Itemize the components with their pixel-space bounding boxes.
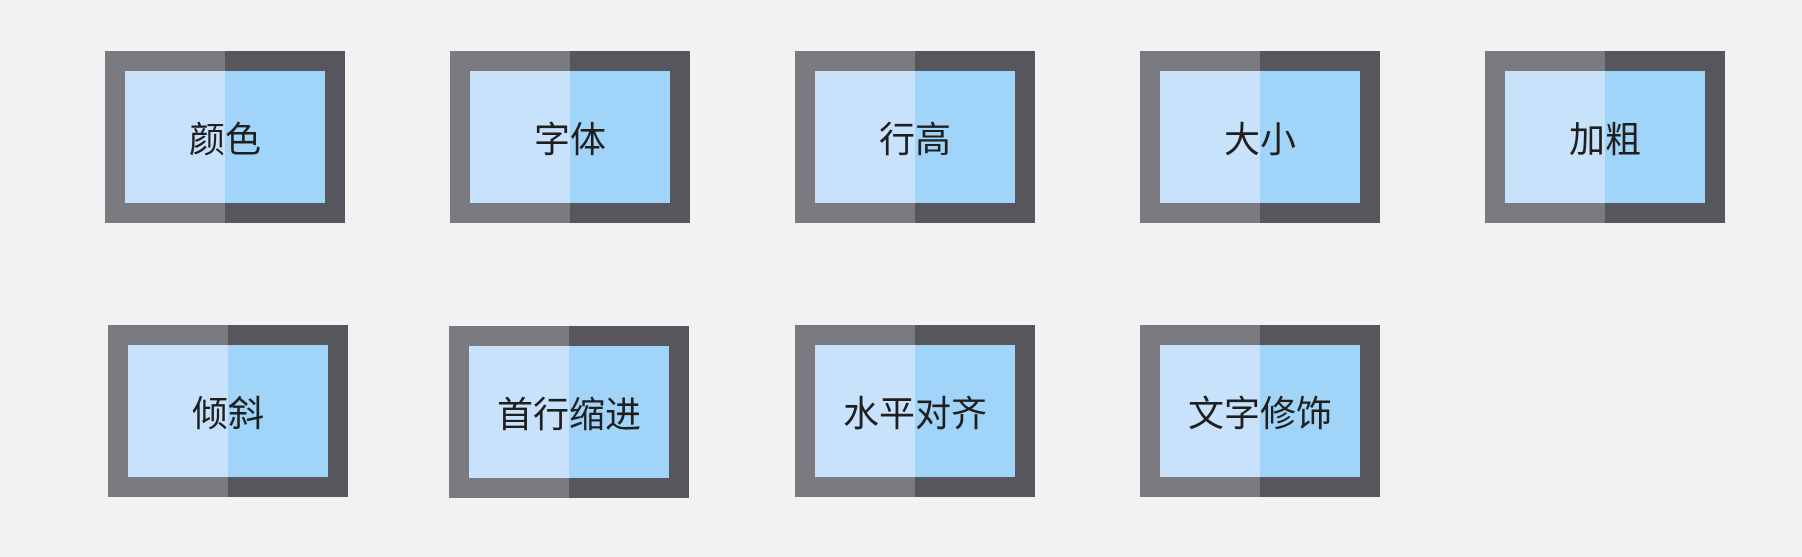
tile-screen: 颜色 bbox=[125, 71, 325, 203]
tile-text-align: 水平对齐 bbox=[795, 325, 1035, 497]
tile-italic: 倾斜 bbox=[108, 325, 348, 497]
tile-label: 字体 bbox=[533, 120, 606, 161]
tile-font: 字体 bbox=[450, 51, 690, 223]
tile-color: 颜色 bbox=[105, 51, 345, 223]
tile-label: 文字修饰 bbox=[1187, 394, 1332, 435]
tile-screen: 文字修饰 bbox=[1160, 345, 1360, 477]
canvas: { "tiles": [ {"label": "颜色"}, {"label": … bbox=[0, 0, 1802, 557]
tile-size: 大小 bbox=[1140, 51, 1380, 223]
tile-text-indent: 首行缩进 bbox=[449, 326, 689, 498]
tile-label: 行高 bbox=[878, 120, 951, 161]
tile-label: 颜色 bbox=[188, 120, 261, 161]
tile-label: 首行缩进 bbox=[496, 395, 641, 436]
tile-label: 加粗 bbox=[1568, 120, 1641, 161]
tile-screen: 加粗 bbox=[1505, 71, 1705, 203]
tile-bold: 加粗 bbox=[1485, 51, 1725, 223]
tile-screen: 字体 bbox=[470, 71, 670, 203]
tile-screen: 大小 bbox=[1160, 71, 1360, 203]
tile-text-decoration: 文字修饰 bbox=[1140, 325, 1380, 497]
tile-label: 大小 bbox=[1223, 120, 1296, 161]
tile-screen: 行高 bbox=[815, 71, 1015, 203]
tile-label: 倾斜 bbox=[191, 394, 264, 435]
tile-screen: 首行缩进 bbox=[469, 346, 669, 478]
tile-label: 水平对齐 bbox=[842, 394, 987, 435]
tile-screen: 倾斜 bbox=[128, 345, 328, 477]
tile-screen: 水平对齐 bbox=[815, 345, 1015, 477]
tile-line-height: 行高 bbox=[795, 51, 1035, 223]
